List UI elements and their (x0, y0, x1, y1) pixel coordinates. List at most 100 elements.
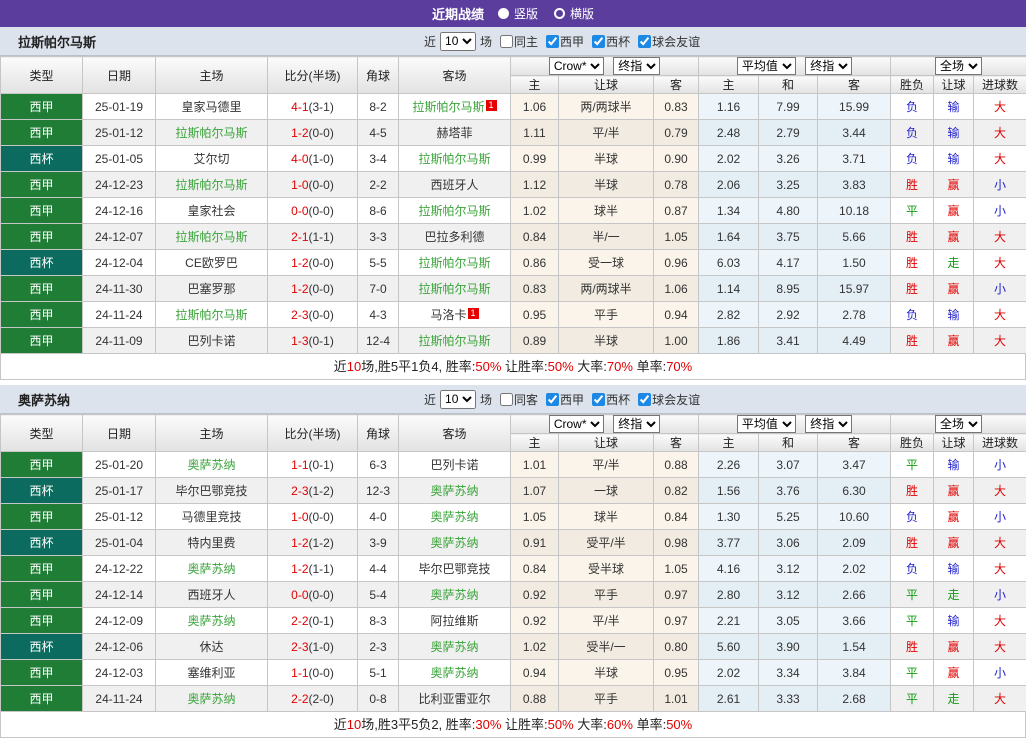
team-name-heading: 奥萨苏纳 (0, 390, 70, 409)
league-friendly-checkbox[interactable] (638, 35, 651, 48)
odds-company-select[interactable]: Crow* (549, 415, 604, 433)
full-time-score: 2-3 (291, 308, 308, 322)
odds-company-select[interactable]: Crow* (549, 57, 604, 75)
date-cell: 24-12-14 (83, 582, 156, 608)
date-cell: 24-11-24 (83, 302, 156, 328)
radio-selected-icon (498, 8, 509, 19)
league-friendly-checkbox[interactable] (638, 393, 651, 406)
handicap-away-odds: 0.83 (654, 94, 699, 120)
home-team-cell: 拉斯帕尔马斯 (156, 302, 268, 328)
handicap-line: 球半 (559, 504, 654, 530)
home-team-cell: 奥萨苏纳 (156, 556, 268, 582)
avg-away-odds: 2.09 (818, 530, 891, 556)
away-team-cell: 奥萨苏纳 (399, 530, 511, 556)
handicap-away-odds: 1.00 (654, 328, 699, 354)
team-name: 拉斯帕尔马斯 (412, 100, 484, 114)
result-wdl-cell: 平 (891, 660, 934, 686)
average-controls: 平均值 终指 (699, 415, 891, 434)
avg-home-odds: 2.82 (699, 302, 759, 328)
radio-horizontal-layout[interactable]: 横版 (554, 5, 594, 22)
avg-home-odds: 4.16 (699, 556, 759, 582)
summary-text: 近 (334, 717, 347, 732)
average-select[interactable]: 平均值 (737, 57, 796, 75)
handicap-away-odds: 0.97 (654, 582, 699, 608)
avg-draw-odds: 3.34 (759, 660, 818, 686)
away-team-cell: 阿拉维斯 (399, 608, 511, 634)
fulltime-select[interactable]: 全场 (935, 415, 982, 433)
score-cell: 2-3(1-2) (268, 478, 358, 504)
result-handicap-cell: 输 (934, 452, 974, 478)
match-row: 西甲25-01-12拉斯帕尔马斯1-2(0-0)4-5赫塔菲1.11平/半0.7… (1, 120, 1026, 146)
match-row: 西杯24-12-06休达2-3(1-0)2-3奥萨苏纳1.02受半/一0.805… (1, 634, 1026, 660)
same-venue-checkbox[interactable] (500, 393, 513, 406)
league-type-cell: 西甲 (1, 686, 83, 712)
fulltime-select[interactable]: 全场 (935, 57, 982, 75)
same-venue-checkbox[interactable] (500, 35, 513, 48)
date-cell: 24-11-09 (83, 328, 156, 354)
avg-home-odds: 2.48 (699, 120, 759, 146)
league-friendly-label: 球会友谊 (652, 391, 700, 408)
avg-away-odds: 5.66 (818, 224, 891, 250)
league-copa-checkbox[interactable] (592, 35, 605, 48)
full-time-score: 1-1 (291, 458, 308, 472)
league-type-cell: 西杯 (1, 250, 83, 276)
handicap-line: 一球 (559, 478, 654, 504)
handicap-final-select[interactable]: 终指 (613, 57, 660, 75)
result-handicap-cell: 赢 (934, 530, 974, 556)
home-team-cell: 奥萨苏纳 (156, 608, 268, 634)
corner-cell: 8-2 (358, 94, 399, 120)
handicap-line: 平手 (559, 686, 654, 712)
away-team-cell: 拉斯帕尔马斯1 (399, 94, 511, 120)
radio-vertical-layout[interactable]: 竖版 (498, 5, 538, 22)
league-copa-label: 西杯 (606, 391, 630, 408)
result-wdl-cell: 平 (891, 452, 934, 478)
score-cell: 1-2(1-2) (268, 530, 358, 556)
handicap-home-odds: 1.12 (511, 172, 559, 198)
team-name-heading: 拉斯帕尔马斯 (0, 32, 96, 51)
recent-count-select[interactable]: 10 (440, 390, 476, 409)
matches-table: 类型 日期 主场 比分(半场) 角球 客场 Crow* 终指 平均值 终指 全场 (0, 414, 1026, 712)
handicap-home-odds: 0.92 (511, 608, 559, 634)
col-result-handicap: 让球 (934, 434, 974, 452)
average-final-select[interactable]: 终指 (805, 57, 852, 75)
league-copa-checkbox[interactable] (592, 393, 605, 406)
page-title: 近期战绩 (432, 4, 484, 23)
score-cell: 1-2(0-0) (268, 120, 358, 146)
avg-home-odds: 2.06 (699, 172, 759, 198)
col-result-handicap: 让球 (934, 76, 974, 94)
avg-draw-odds: 3.12 (759, 582, 818, 608)
recent-count-select[interactable]: 10 (440, 32, 476, 51)
corner-cell: 0-8 (358, 686, 399, 712)
avg-away-odds: 15.97 (818, 276, 891, 302)
handicap-home-odds: 0.83 (511, 276, 559, 302)
league-laliga-checkbox[interactable] (546, 35, 559, 48)
date-cell: 25-01-04 (83, 530, 156, 556)
radio-vertical-label: 竖版 (514, 5, 538, 22)
average-select[interactable]: 平均值 (737, 415, 796, 433)
handicap-home-odds: 0.94 (511, 660, 559, 686)
result-handicap-cell: 走 (934, 686, 974, 712)
home-team-cell: 拉斯帕尔马斯 (156, 224, 268, 250)
same-venue-label: 同主 (514, 33, 538, 50)
team-section-header: 拉斯帕尔马斯 近 10 场 同主 西甲 西杯 球会友谊 (0, 27, 1026, 56)
handicap-line: 受平/半 (559, 530, 654, 556)
summary-text: 近 (334, 359, 347, 374)
team-name: 奥萨苏纳 (430, 536, 478, 550)
col-result-goals: 进球数 (974, 434, 1026, 452)
avg-draw-odds: 4.17 (759, 250, 818, 276)
handicap-home-odds: 1.05 (511, 504, 559, 530)
result-handicap-cell: 输 (934, 120, 974, 146)
result-goals-cell: 小 (974, 452, 1026, 478)
team-section: 奥萨苏纳 近 10 场 同客 西甲 西杯 球会友谊 类型 日期 主场 比分(半 (0, 385, 1026, 738)
handicap-away-odds: 0.98 (654, 530, 699, 556)
summary-text: 50% (548, 717, 574, 732)
team-name: 塞维利亚 (187, 666, 235, 680)
league-laliga-checkbox[interactable] (546, 393, 559, 406)
handicap-final-select[interactable]: 终指 (613, 415, 660, 433)
handicap-away-odds: 0.84 (654, 504, 699, 530)
summary-text: 让胜率: (501, 717, 547, 732)
average-final-select[interactable]: 终指 (805, 415, 852, 433)
half-time-score: (1-2) (309, 536, 334, 550)
league-type-cell: 西甲 (1, 302, 83, 328)
record-summary: 近10场,胜5平1负4, 胜率:50% 让胜率:50% 大率:70% 单率:70… (0, 354, 1026, 380)
